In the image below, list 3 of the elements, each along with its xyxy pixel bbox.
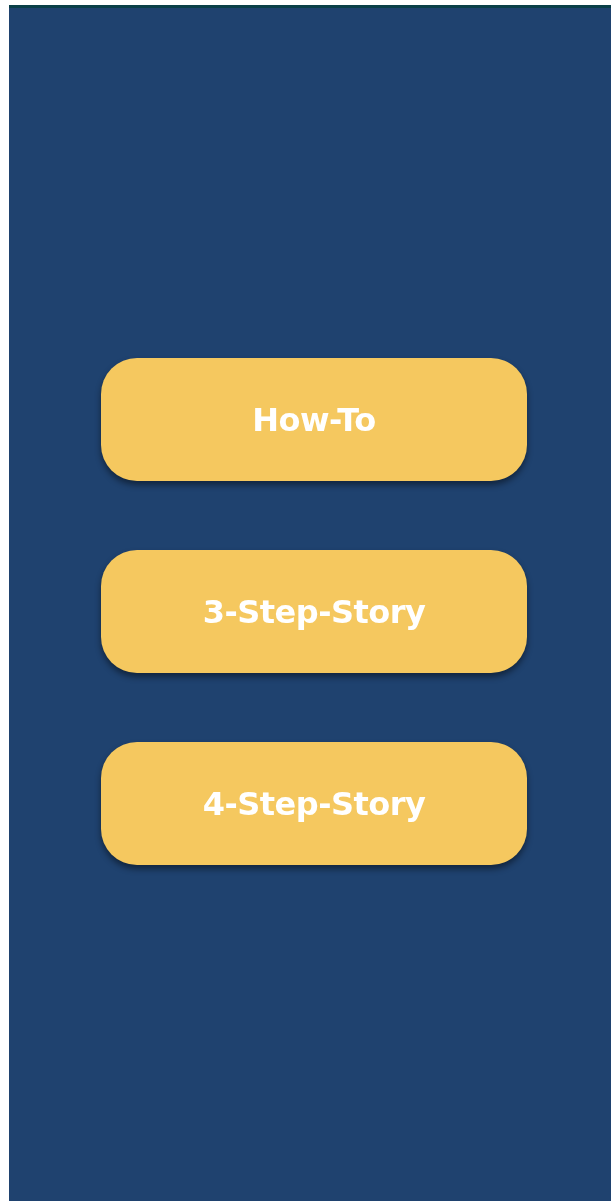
menu-button[interactable]: 4-Step-Story bbox=[101, 742, 527, 865]
menu-button[interactable]: How-To bbox=[101, 358, 527, 481]
menu-button[interactable]: 3-Step-Story bbox=[101, 550, 527, 673]
